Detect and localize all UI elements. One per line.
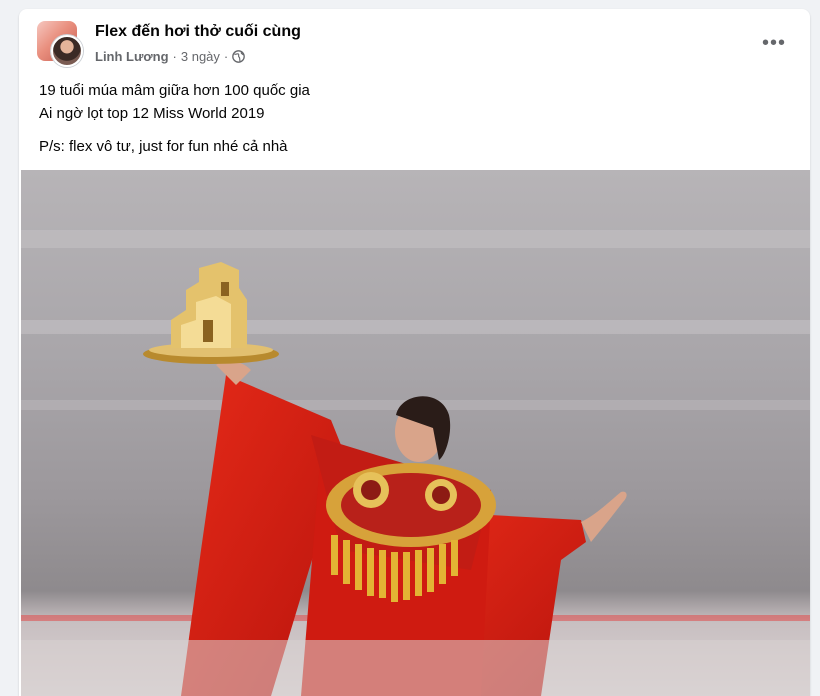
author-avatar[interactable] [51,35,83,67]
group-avatar[interactable] [37,21,83,67]
meta-separator: · [172,49,177,64]
post-body: 19 tuổi múa mâm giữa hơn 100 quốc gia Ai… [39,79,310,158]
group-name-link[interactable]: Flex đến hơi thở cuối cùng [95,23,301,41]
more-options-icon[interactable]: ••• [756,31,792,55]
author-name-link[interactable]: Linh Lương [95,49,169,64]
post-line: 19 tuổi múa mâm giữa hơn 100 quốc gia [39,82,310,99]
post-card: Flex đến hơi thở cuối cùng Linh Lương · … [19,9,810,696]
post-timestamp[interactable]: 3 ngày [181,49,220,64]
post-meta: Linh Lương · 3 ngày · [95,49,246,64]
post-line: Ai ngờ lọt top 12 Miss World 2019 [39,105,265,122]
post-photo[interactable] [21,170,810,696]
dancer-scene [21,170,810,696]
globe-icon[interactable] [232,50,246,63]
post-header: Flex đến hơi thở cuối cùng Linh Lương · … [19,9,810,75]
post-line: P/s: flex vô tư, just for fun nhé cả nhà [39,138,288,155]
meta-separator: · [223,49,229,64]
